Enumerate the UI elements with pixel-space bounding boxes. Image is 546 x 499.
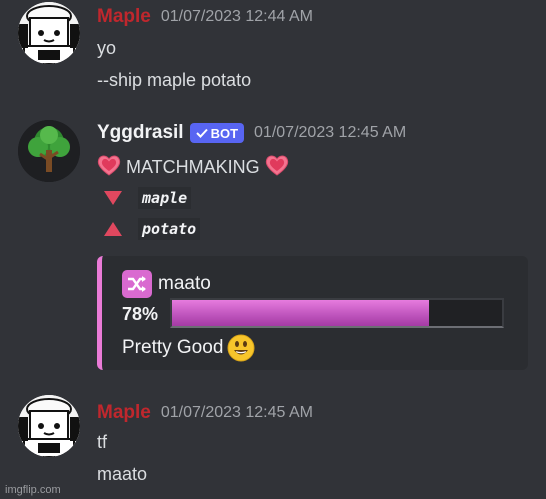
message-line: yo: [97, 38, 117, 58]
down-triangle-icon: [104, 191, 122, 206]
message-maple-2: Maple 01/07/2023 12:45 AM tf maato: [0, 390, 546, 499]
embed-title: maato: [122, 270, 211, 298]
timestamp: 01/07/2023 12:44 AM: [160, 8, 313, 25]
author-name[interactable]: Maple: [97, 402, 151, 424]
smiley-icon: [227, 334, 255, 362]
message-line: --ship maple potato: [97, 70, 252, 90]
avatar[interactable]: [18, 2, 80, 64]
author-name[interactable]: Maple: [97, 6, 151, 28]
rating-text: Pretty Good: [122, 337, 224, 358]
avatar[interactable]: [18, 120, 80, 182]
heart-icon: [97, 155, 121, 176]
timestamp: 01/07/2023 12:45 AM: [254, 124, 407, 141]
match-percent: 78%: [122, 304, 159, 324]
matchmaking-heading: MATCHMAKING: [97, 154, 289, 178]
message-line: tf: [97, 432, 108, 452]
user-name-code: maple: [138, 187, 192, 209]
message-header: Maple 01/07/2023 12:45 AM: [97, 402, 313, 424]
bot-check-icon: [195, 128, 208, 138]
match-progress-fill: [172, 300, 430, 326]
ship-embed: maato 78% Pretty Good: [97, 256, 528, 370]
author-name[interactable]: Yggdrasil: [97, 122, 184, 144]
ship-user-down: maple: [103, 187, 192, 209]
heart-icon: [265, 155, 288, 176]
ship-user-up: potato: [103, 218, 201, 240]
bot-tag-label: BOT: [210, 125, 239, 141]
message-header: Maple 01/07/2023 12:44 AM: [97, 6, 313, 28]
watermark: imgflip.com: [5, 484, 61, 496]
message-header: Yggdrasil BOT 01/07/2023 12:45 AM: [97, 122, 406, 144]
shuffle-icon: [122, 270, 152, 298]
match-progress-bar: [170, 298, 504, 328]
up-triangle-icon: [104, 222, 122, 237]
avatar[interactable]: [18, 395, 80, 457]
message-line: maato: [97, 464, 148, 484]
user-name-code: potato: [138, 218, 201, 240]
bot-tag: BOT: [189, 123, 245, 143]
match-rating: Pretty Good: [122, 334, 255, 362]
heading-text: MATCHMAKING: [126, 157, 260, 177]
embed-title-text: maato: [158, 273, 211, 294]
timestamp: 01/07/2023 12:45 AM: [160, 404, 313, 421]
message-maple-1: Maple 01/07/2023 12:44 AM yo --ship mapl…: [0, 0, 546, 110]
